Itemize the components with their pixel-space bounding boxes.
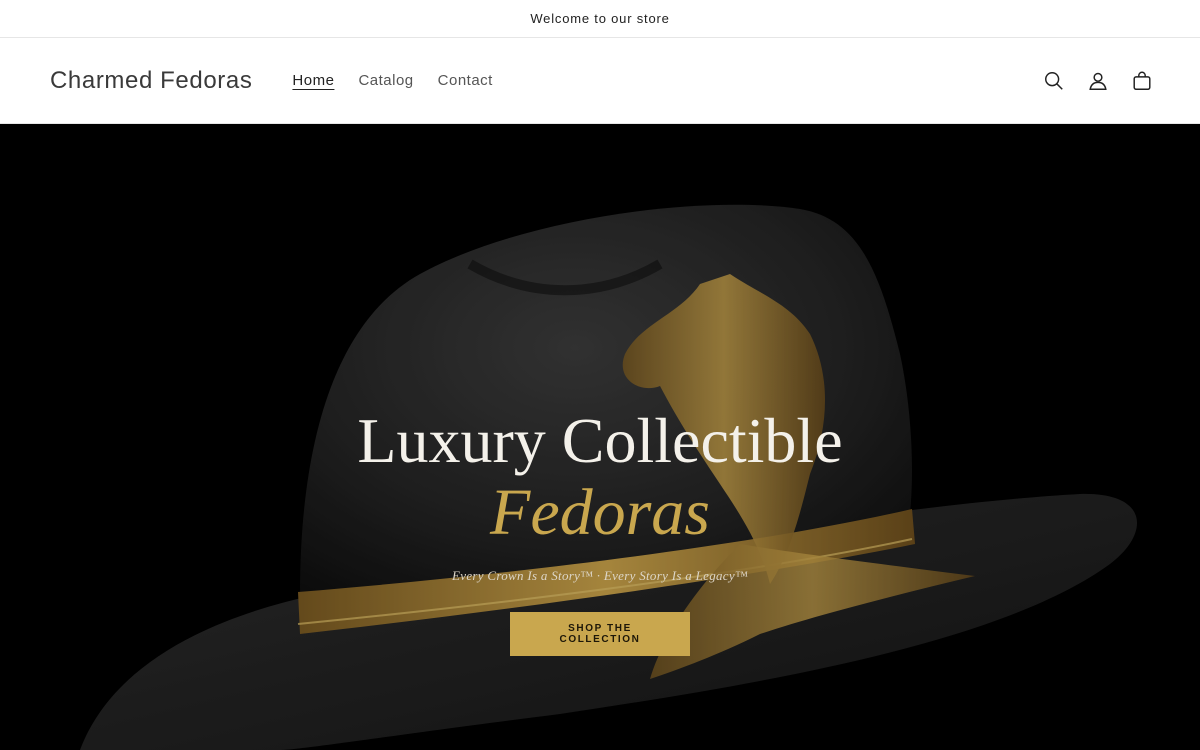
header-icons [1042, 38, 1154, 123]
shop-collection-button[interactable]: SHOP THE COLLECTION [510, 612, 690, 656]
hero-title-line2: Fedoras [490, 476, 710, 549]
hero-title-line1: Luxury Collectible [357, 405, 843, 476]
hero-subtitle: Every Crown Is a Story™ · Every Story Is… [452, 568, 748, 583]
nav-catalog[interactable]: Catalog [358, 72, 413, 89]
announcement-bar: Welcome to our store [0, 0, 1200, 38]
store-logo[interactable]: Charmed Fedoras [50, 67, 252, 95]
cart-icon[interactable] [1130, 69, 1154, 93]
site-header: Charmed Fedoras Home Catalog Contact [0, 38, 1200, 124]
nav-contact[interactable]: Contact [438, 72, 493, 89]
hero-title: Luxury Collectible Fedoras [0, 406, 1200, 550]
hero-banner: Luxury Collectible Fedoras Every Crown I… [0, 124, 1200, 750]
announcement-text: Welcome to our store [530, 11, 670, 26]
nav-home[interactable]: Home [292, 72, 334, 89]
hero-content: Luxury Collectible Fedoras Every Crown I… [0, 406, 1200, 656]
search-icon[interactable] [1042, 69, 1066, 93]
main-nav: Home Catalog Contact [292, 72, 492, 89]
account-icon[interactable] [1086, 69, 1110, 93]
